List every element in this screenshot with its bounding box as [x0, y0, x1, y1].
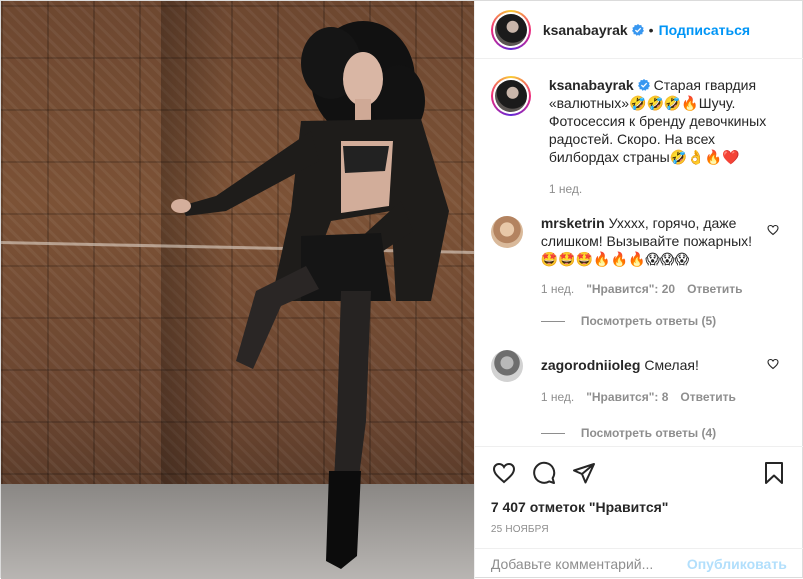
replies-divider [540, 432, 565, 434]
post-side-panel: ksanabayrak • Подписаться ksanabayrak Ста… [473, 1, 803, 579]
comment-like-heart-icon[interactable] [767, 224, 779, 236]
post-date[interactable]: 25 НОЯБРЯ [491, 524, 787, 535]
replies-divider [540, 320, 565, 322]
instagram-post: ksanabayrak • Подписаться ksanabayrak Ста… [0, 0, 803, 579]
likes-count[interactable]: 7 407 отметок "Нравится" [491, 499, 787, 515]
comment-like-heart-icon[interactable] [767, 358, 779, 370]
bookmark-icon[interactable] [761, 460, 787, 486]
author-avatar[interactable] [490, 9, 531, 50]
author-username[interactable]: ksanabayrak [543, 22, 628, 38]
comments-scroll-area[interactable]: ksanabayrak Старая гвардия «валютных»🤣🤣🤣🔥… [475, 60, 803, 445]
photo-subject [171, 21, 449, 569]
commenter-avatar[interactable] [490, 350, 523, 382]
comment-likes[interactable]: "Нравится": 8 [586, 390, 668, 404]
caption-time[interactable]: 1 нед. [549, 182, 582, 196]
comment-time[interactable]: 1 нед. [541, 282, 574, 296]
post-caption: ksanabayrak Старая гвардия «валютных»🤣🤣🤣🔥… [490, 76, 787, 196]
follow-button[interactable]: Подписаться [659, 22, 751, 38]
view-replies-button[interactable]: Посмотреть ответы (4) [540, 426, 787, 440]
header-separator: • [648, 21, 654, 38]
view-replies-label: Посмотреть ответы (4) [580, 426, 717, 440]
comment-icon[interactable] [531, 460, 557, 486]
comment-input[interactable] [490, 556, 687, 572]
comment-text: Смелая! [644, 357, 699, 373]
commenter-avatar[interactable] [490, 216, 523, 248]
comment-likes[interactable]: "Нравится": 20 [586, 282, 675, 296]
view-replies-button[interactable]: Посмотреть ответы (5) [540, 314, 787, 328]
heart-icon[interactable] [491, 460, 517, 486]
comment-reply-button[interactable]: Ответить [687, 282, 742, 296]
caption-username[interactable]: ksanabayrak [549, 77, 634, 93]
add-comment-bar: Опубликовать [474, 548, 803, 579]
comment-reply-button[interactable]: Ответить [680, 390, 735, 404]
share-icon[interactable] [571, 460, 597, 486]
post-photo[interactable] [1, 1, 474, 579]
comment-username[interactable]: zagorodniioleg [541, 357, 641, 373]
post-header: ksanabayrak • Подписаться [474, 1, 803, 59]
comment-username[interactable]: mrsketrin [541, 215, 605, 231]
view-replies-label: Посмотреть ответы (5) [580, 314, 717, 328]
caption-author-avatar[interactable] [490, 76, 531, 116]
author-avatar-image [494, 13, 527, 46]
verified-badge-icon [631, 23, 644, 36]
verified-badge-icon [637, 79, 650, 91]
comment-item: mrsketrin Ухххх, горячо, даже слишком! Вы… [490, 214, 787, 328]
publish-button[interactable]: Опубликовать [687, 556, 787, 572]
comment-item: zagorodniioleg Смелая! 1 нед. "Нравится":… [490, 348, 787, 440]
post-actions: 7 407 отметок "Нравится" 25 НОЯБРЯ [474, 446, 803, 535]
comment-time[interactable]: 1 нед. [541, 390, 574, 404]
